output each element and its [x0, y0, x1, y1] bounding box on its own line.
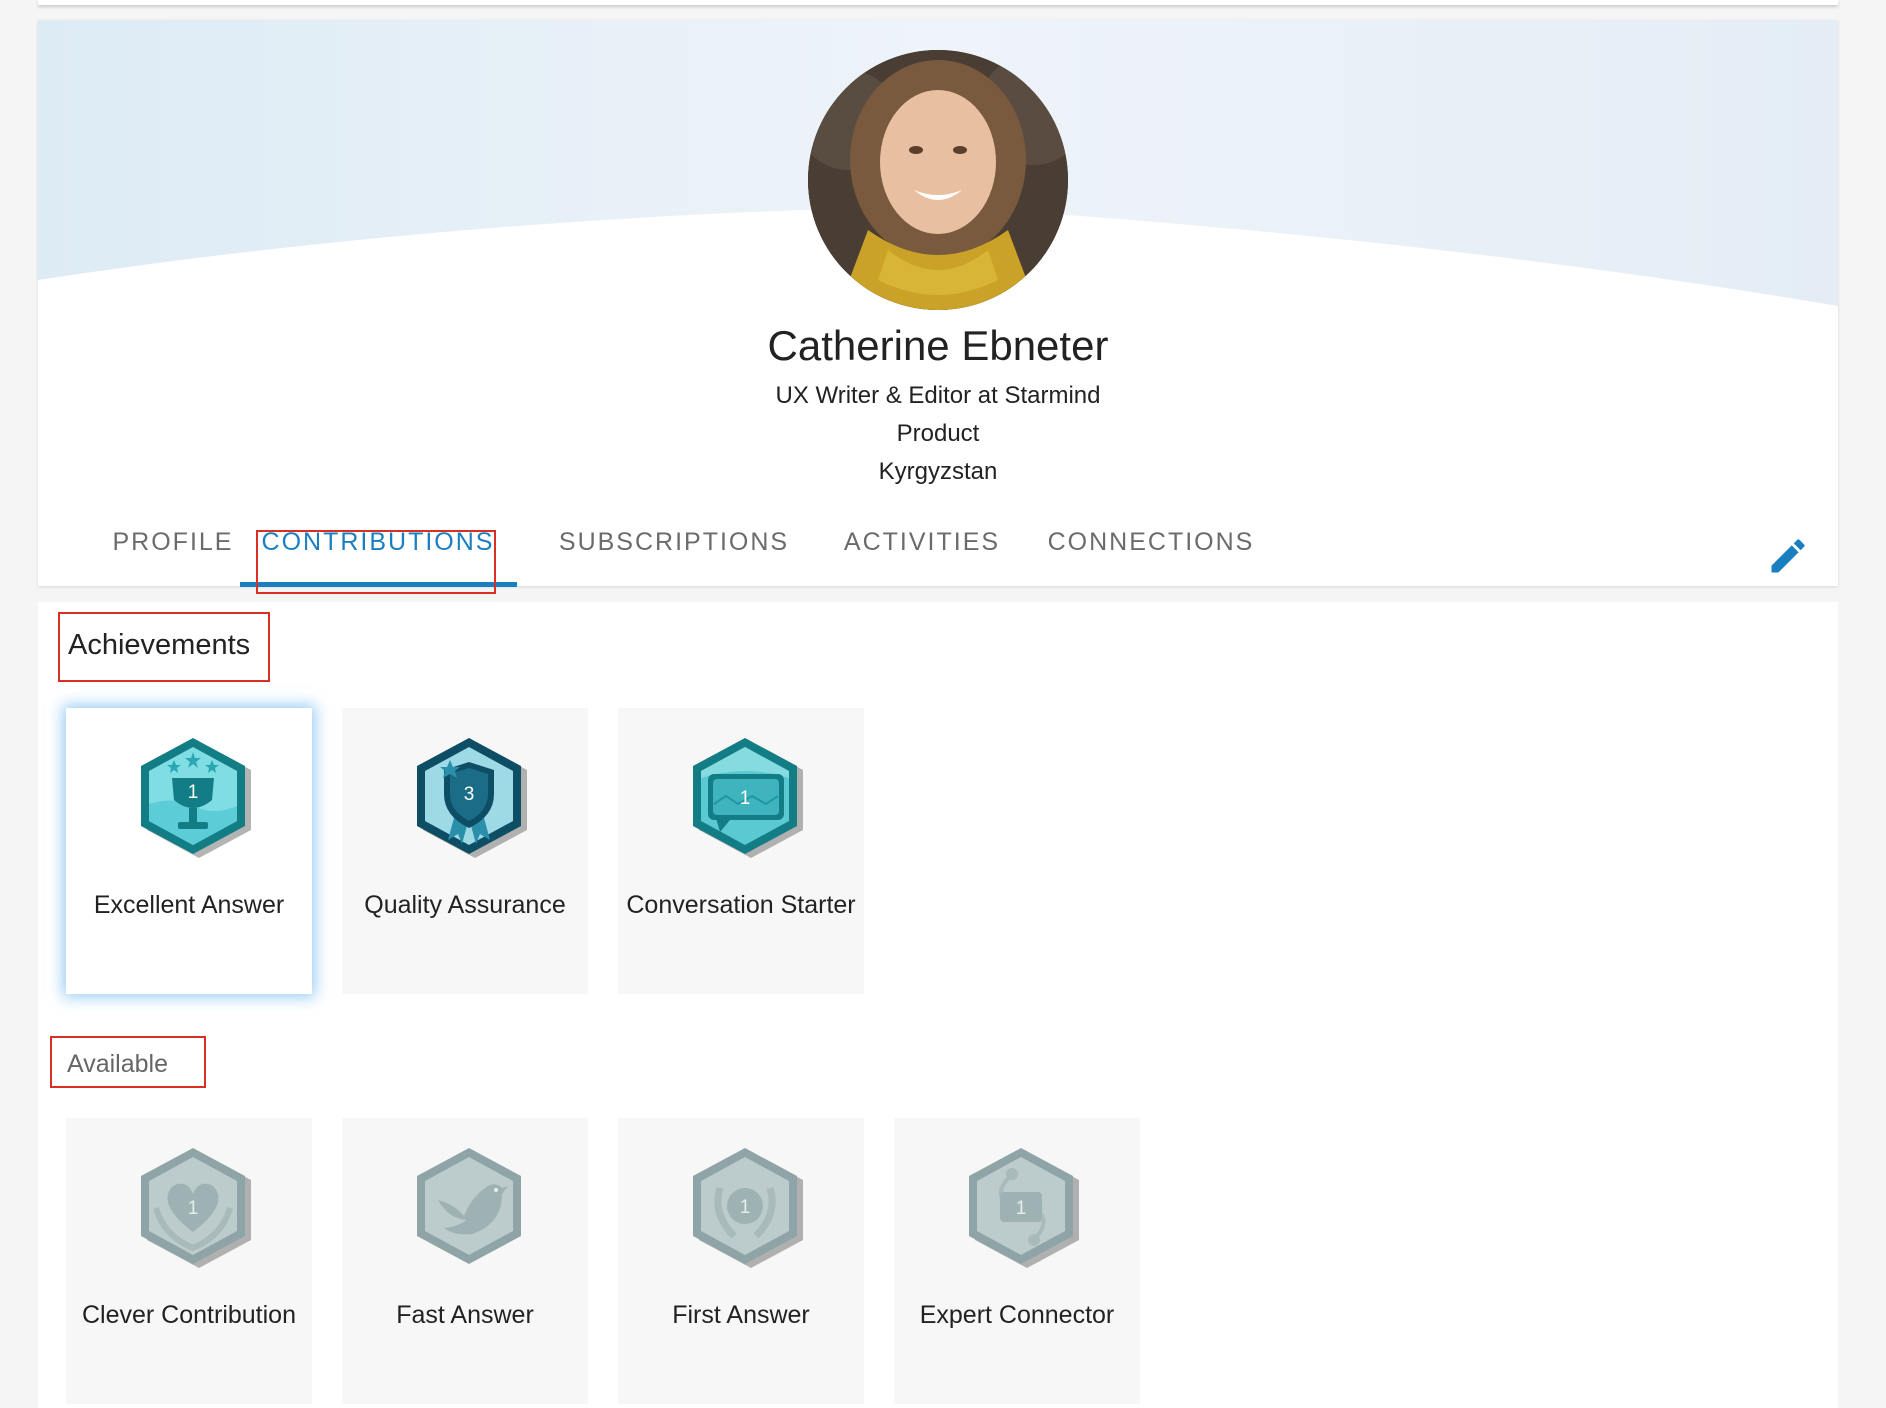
badge-label: Clever Contribution: [82, 1301, 296, 1329]
contributions-panel: Achievements 1 Excellent Answer 3 Qualit…: [38, 602, 1838, 1408]
top-bar: [38, 0, 1838, 5]
laurel-medal-icon: 1: [693, 1148, 803, 1268]
profile-location: Kyrgyzstan: [878, 458, 998, 485]
svg-text:1: 1: [1016, 1198, 1027, 1219]
trophy-icon: 1: [141, 738, 251, 858]
profile-department: Product: [896, 420, 980, 447]
tab-profile[interactable]: PROFILE: [96, 520, 250, 586]
avatar[interactable]: [808, 50, 1068, 310]
badge-label: Excellent Answer: [93, 891, 285, 919]
badge-label: First Answer: [672, 1301, 810, 1329]
badge-expert-connector[interactable]: 1 Expert Connector: [894, 1118, 1140, 1404]
badge-label: Fast Answer: [396, 1301, 534, 1329]
svg-text:1: 1: [740, 1197, 751, 1218]
pencil-icon: [1771, 539, 1805, 573]
profile-header-card: Catherine Ebneter UX Writer & Editor at …: [38, 20, 1838, 594]
highlight-box-available: [50, 1036, 206, 1088]
svg-text:1: 1: [188, 1198, 199, 1219]
profile-name: Catherine Ebneter: [767, 322, 1109, 369]
avatar-photo: [808, 50, 1068, 310]
tab-connections[interactable]: CONNECTIONS: [1038, 520, 1264, 586]
profile-role: UX Writer & Editor at Starmind: [775, 382, 1101, 409]
svg-text:1: 1: [740, 788, 751, 809]
badge-label: Conversation Starter: [626, 891, 856, 919]
badge-quality-assurance[interactable]: 3 Quality Assurance: [342, 708, 588, 994]
shield-ribbon-icon: 3: [417, 738, 527, 858]
profile-tabs: PROFILE CONTRIBUTIONS SUBSCRIPTIONS ACTI…: [38, 520, 1838, 594]
tab-activities[interactable]: ACTIVITIES: [822, 520, 1022, 586]
badge-conversation-starter[interactable]: 1 Conversation Starter: [618, 708, 864, 994]
svg-text:3: 3: [464, 784, 475, 805]
badge-label: Expert Connector: [919, 1301, 1115, 1329]
heart-hands-icon: 1: [141, 1148, 251, 1268]
badge-first-answer[interactable]: 1 First Answer: [618, 1118, 864, 1404]
highlight-box-contributions: [256, 530, 496, 594]
badge-fast-answer[interactable]: Fast Answer: [342, 1118, 588, 1404]
svg-text:1: 1: [188, 782, 199, 803]
tab-subscriptions[interactable]: SUBSCRIPTIONS: [544, 520, 804, 586]
edit-profile-button[interactable]: [1766, 534, 1810, 578]
highlight-box-achievements: [58, 612, 270, 682]
bird-icon: [417, 1148, 521, 1264]
badge-clever-contribution[interactable]: 1 Clever Contribution: [66, 1118, 312, 1404]
speech-bubble-icon: 1: [693, 738, 803, 858]
badge-excellent-answer[interactable]: 1 Excellent Answer: [66, 708, 312, 994]
badge-label: Quality Assurance: [364, 891, 566, 919]
connector-icon: 1: [969, 1148, 1079, 1268]
